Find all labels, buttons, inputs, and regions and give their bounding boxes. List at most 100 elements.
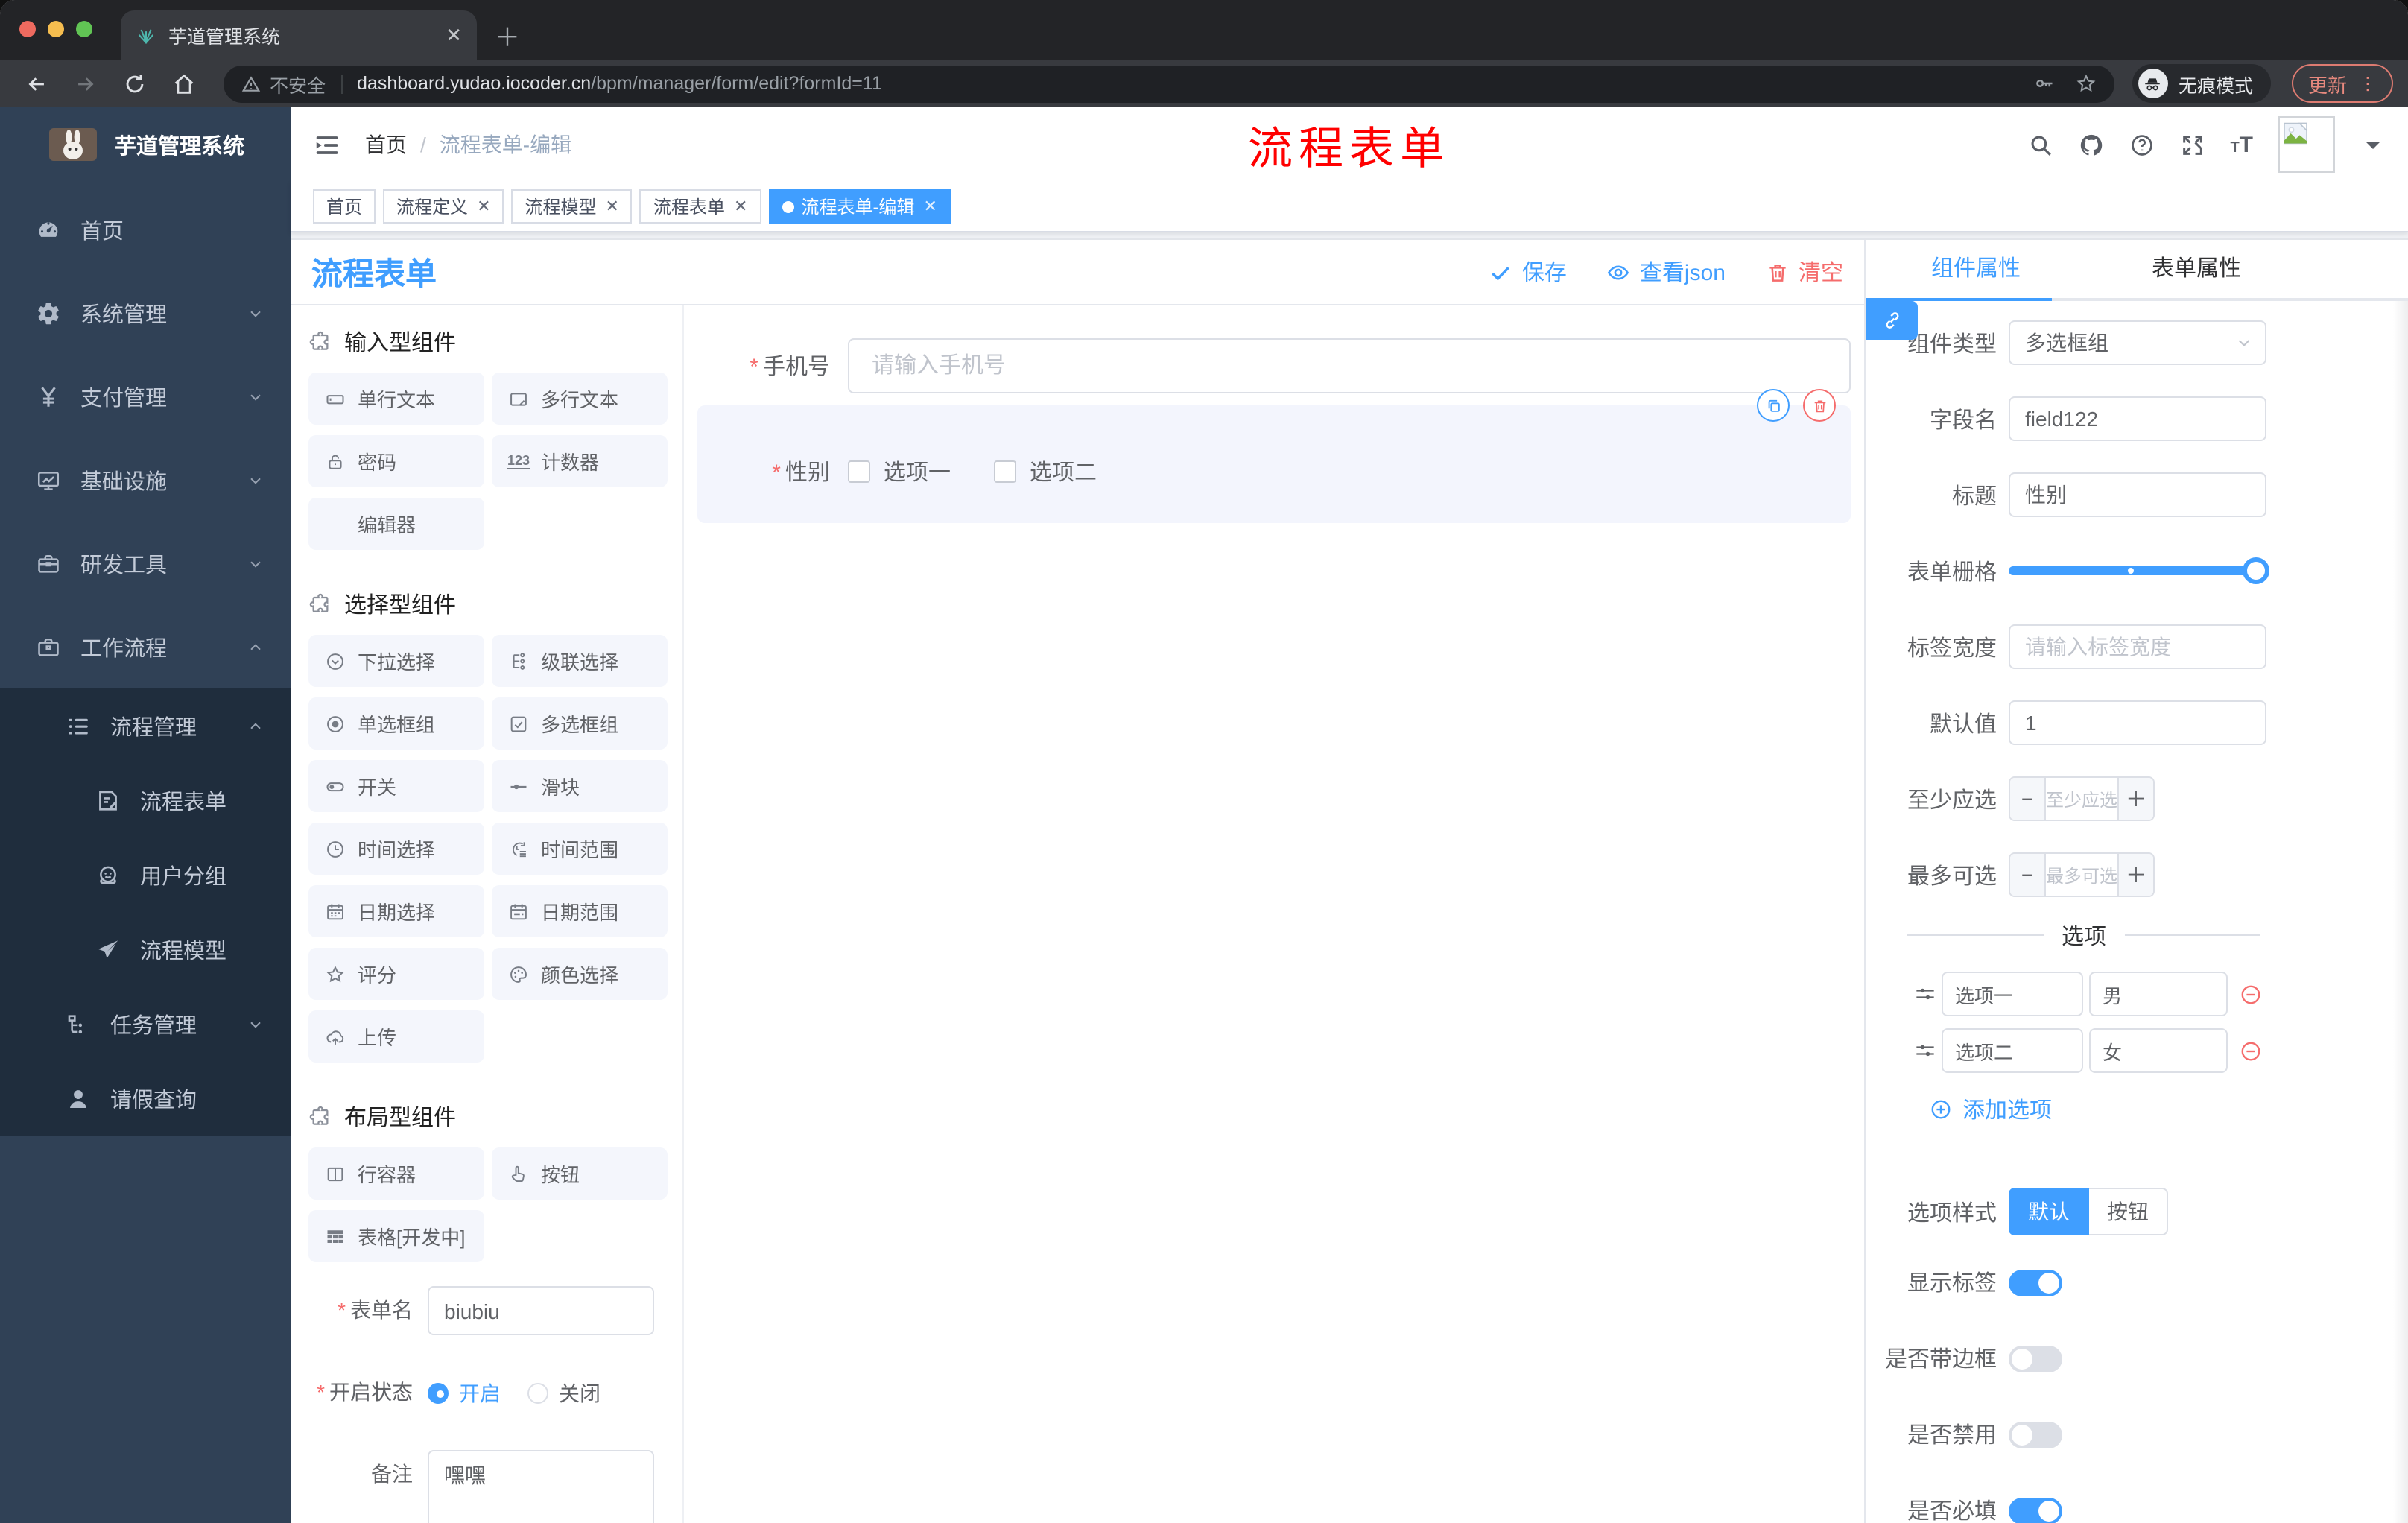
hamburger-icon[interactable] xyxy=(313,130,341,159)
component-chip[interactable]: 123 计数器 xyxy=(492,435,668,487)
style-option-默认[interactable]: 默认 xyxy=(2009,1188,2089,1235)
delete-component-button[interactable] xyxy=(1803,389,1836,422)
option-value-input[interactable] xyxy=(2089,1028,2228,1073)
link-handle[interactable] xyxy=(1866,301,1918,340)
github-icon[interactable] xyxy=(2078,132,2103,157)
field-name-input[interactable] xyxy=(2009,396,2266,441)
chevron-down-icon[interactable] xyxy=(2360,132,2386,157)
component-chip[interactable]: 多选框组 xyxy=(492,697,668,750)
sidebar-item-home[interactable]: 首页 xyxy=(0,188,291,271)
close-tag-icon[interactable]: ✕ xyxy=(923,197,937,216)
tab-component-props[interactable]: 组件属性 xyxy=(1866,240,2086,298)
component-chip[interactable]: 级联选择 xyxy=(492,635,668,687)
component-chip[interactable]: 编辑器 xyxy=(308,498,484,550)
component-chip[interactable]: 日期范围 xyxy=(492,885,668,937)
label-width-input[interactable] xyxy=(2009,624,2266,669)
tag-process-model[interactable]: 流程模型 ✕ xyxy=(511,189,633,224)
component-chip[interactable]: 上传 xyxy=(308,1010,484,1063)
forward-icon[interactable] xyxy=(73,71,98,96)
component-chip[interactable]: 行容器 xyxy=(308,1147,484,1200)
browser-tab[interactable]: 芋道管理系统 ✕ xyxy=(121,10,477,60)
title-input[interactable] xyxy=(2009,472,2266,517)
style-option-按钮[interactable]: 按钮 xyxy=(2089,1188,2168,1235)
reload-icon[interactable] xyxy=(122,71,148,96)
gender-option[interactable]: 选项一 xyxy=(848,456,951,487)
component-chip[interactable]: 密码 xyxy=(308,435,484,487)
sidebar-item-infra[interactable]: 基础设施 xyxy=(0,438,291,522)
tag-process-form-edit[interactable]: 流程表单-编辑 ✕ xyxy=(768,189,951,224)
sidebar-item-process-model[interactable]: 流程模型 xyxy=(0,912,291,987)
tag-process-form[interactable]: 流程表单 ✕ xyxy=(639,189,761,224)
default-value-input[interactable] xyxy=(2009,700,2266,745)
decrease-button[interactable]: − xyxy=(2010,778,2046,820)
tab-form-props[interactable]: 表单属性 xyxy=(2086,240,2307,298)
phone-input[interactable] xyxy=(848,338,1851,393)
slider-track[interactable] xyxy=(2009,566,2256,575)
sidebar-item-process-form[interactable]: 流程表单 xyxy=(0,763,291,838)
zoom-window-button[interactable] xyxy=(76,21,92,37)
tag-home[interactable]: 首页 xyxy=(313,189,376,224)
sidebar-item-process-mgmt[interactable]: 流程管理 xyxy=(0,688,291,763)
form-name-input[interactable] xyxy=(428,1286,654,1335)
new-tab-button[interactable]: ＋ xyxy=(495,25,520,51)
sidebar-item-task-mgmt[interactable]: 任务管理 xyxy=(0,987,291,1061)
tag-process-definition[interactable]: 流程定义 ✕ xyxy=(383,189,504,224)
sidebar-item-devtools[interactable]: 研发工具 xyxy=(0,522,291,605)
slider-handle[interactable] xyxy=(2243,557,2269,584)
status-radio-关闭[interactable]: 关闭 xyxy=(527,1368,601,1417)
decrease-button[interactable]: − xyxy=(2010,854,2046,896)
copy-component-button[interactable] xyxy=(1757,389,1790,422)
component-chip[interactable]: 颜色选择 xyxy=(492,948,668,1000)
increase-button[interactable]: ＋ xyxy=(2117,778,2153,820)
component-chip[interactable]: 评分 xyxy=(308,948,484,1000)
save-button[interactable]: 保存 xyxy=(1489,256,1567,288)
sidebar-item-workflow[interactable]: 工作流程 xyxy=(0,605,291,688)
toggle-with-border[interactable] xyxy=(2009,1345,2062,1372)
clear-button[interactable]: 清空 xyxy=(1766,256,1843,288)
sidebar-item-leave-query[interactable]: 请假查询 xyxy=(0,1061,291,1136)
bookmark-star-icon[interactable] xyxy=(2076,73,2097,94)
component-chip[interactable]: 表格[开发中] xyxy=(308,1210,484,1262)
remark-textarea[interactable]: 嘿嘿 xyxy=(428,1450,654,1523)
component-chip[interactable]: 时间范围 xyxy=(492,823,668,875)
remove-option-icon[interactable] xyxy=(2240,1039,2262,1062)
back-icon[interactable] xyxy=(24,71,49,96)
component-chip[interactable]: 滑块 xyxy=(492,760,668,812)
toggle-required[interactable] xyxy=(2009,1497,2062,1523)
home-icon[interactable] xyxy=(171,71,197,96)
update-button[interactable]: 更新 ⋮ xyxy=(2291,64,2393,103)
gender-option[interactable]: 选项二 xyxy=(994,456,1097,487)
drag-handle-icon[interactable] xyxy=(1915,1040,1936,1061)
component-chip[interactable]: 下拉选择 xyxy=(308,635,484,687)
min-stepper-placeholder[interactable]: 至少应选 xyxy=(2046,778,2117,820)
view-json-button[interactable]: 查看json xyxy=(1607,256,1726,288)
avatar[interactable] xyxy=(2278,116,2335,173)
help-icon[interactable] xyxy=(2129,132,2154,157)
checkbox[interactable] xyxy=(848,460,870,483)
font-size-icon[interactable]: TT xyxy=(2230,132,2253,157)
search-icon[interactable] xyxy=(2027,132,2053,157)
component-chip[interactable]: 单选框组 xyxy=(308,697,484,750)
increase-button[interactable]: ＋ xyxy=(2117,854,2153,896)
drag-handle-icon[interactable] xyxy=(1915,984,1936,1004)
fullscreen-icon[interactable] xyxy=(2179,132,2205,157)
remove-option-icon[interactable] xyxy=(2240,983,2262,1005)
sidebar-item-system[interactable]: 系统管理 xyxy=(0,271,291,355)
sidebar-item-payment[interactable]: 支付管理 xyxy=(0,355,291,438)
address-bar[interactable]: 不安全 dashboard.yudao.iocoder.cn/bpm/manag… xyxy=(224,65,2114,102)
password-key-icon[interactable] xyxy=(2034,73,2055,94)
component-chip[interactable]: 多行文本 xyxy=(492,373,668,425)
checkbox[interactable] xyxy=(994,460,1017,483)
breadcrumb-home[interactable]: 首页 xyxy=(365,130,407,159)
close-tag-icon[interactable]: ✕ xyxy=(606,197,619,216)
toggle-disabled[interactable] xyxy=(2009,1421,2062,1448)
status-radio-开启[interactable]: 开启 xyxy=(428,1368,501,1417)
component-chip[interactable]: 单行文本 xyxy=(308,373,484,425)
close-tag-icon[interactable]: ✕ xyxy=(734,197,747,216)
add-option-button[interactable]: 添加选项 xyxy=(1930,1094,2408,1125)
toggle-show-label[interactable] xyxy=(2009,1269,2062,1296)
component-chip[interactable]: 开关 xyxy=(308,760,484,812)
option-label-input[interactable] xyxy=(1942,1028,2083,1073)
sidebar-item-user-group[interactable]: 用户分组 xyxy=(0,838,291,912)
close-tab-icon[interactable]: ✕ xyxy=(446,23,462,47)
